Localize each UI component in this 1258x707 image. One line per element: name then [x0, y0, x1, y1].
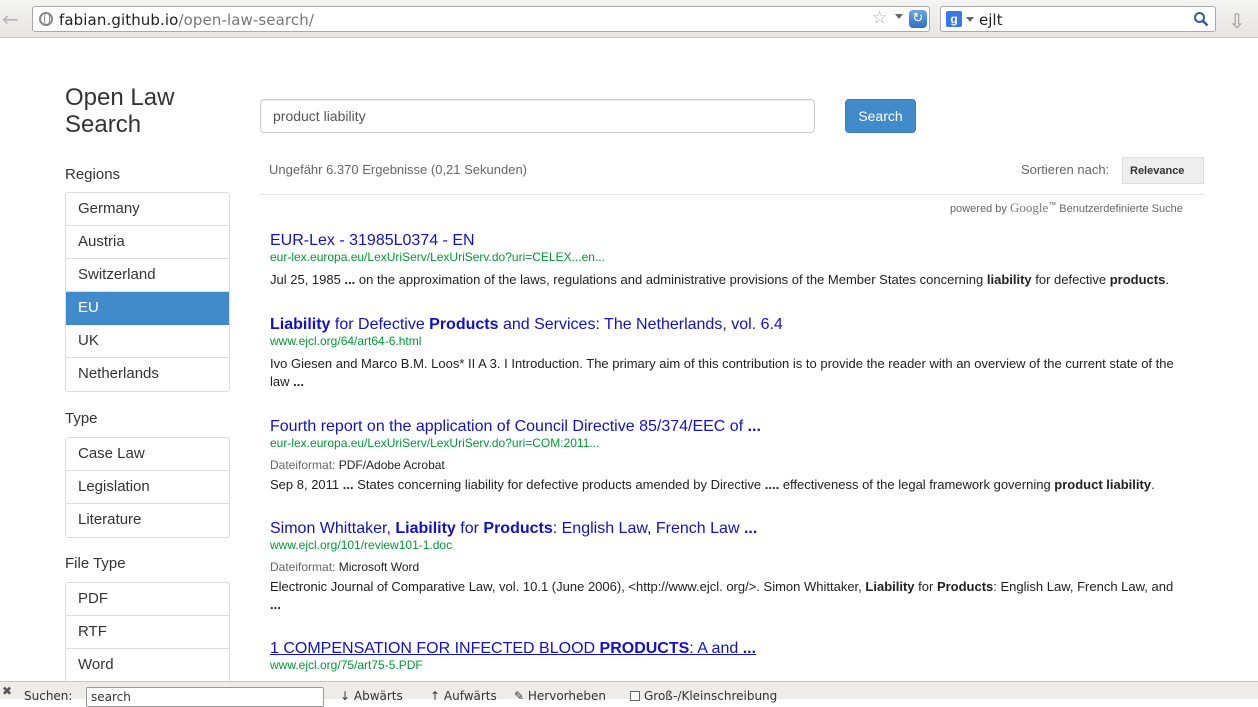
bookmark-star-icon[interactable]: ☆	[872, 8, 887, 28]
magnifier-icon[interactable]	[1193, 11, 1209, 27]
result-item: Fourth report on the application of Coun…	[270, 417, 1185, 494]
filetype-heading: File Type	[65, 555, 126, 572]
format-value: Microsoft Word	[338, 560, 420, 574]
back-arrow-icon[interactable]: ←	[2, 9, 24, 29]
highlight-all-button[interactable]: ✎ Hervorheben	[514, 689, 606, 703]
sort-label: Sortieren nach:	[1021, 162, 1110, 177]
result-item: EUR-Lex - 31985L0374 - EN eur-lex.europa…	[270, 231, 1185, 289]
result-count: Ungefähr 6.370 Ergebnisse (0,21 Sekunden…	[269, 162, 528, 177]
trademark-mark: ™	[1048, 200, 1057, 210]
browser-search-text[interactable]: ejlt	[979, 11, 1002, 29]
result-title[interactable]: Fourth report on the application of Coun…	[270, 417, 1185, 436]
format-label: Dateiformat:	[270, 560, 336, 574]
globe-icon	[39, 12, 53, 26]
find-input[interactable]	[86, 687, 324, 707]
result-item: Simon Whittaker, Liability for Products:…	[270, 519, 1185, 614]
type-heading: Type	[65, 410, 98, 427]
region-netherlands[interactable]: Netherlands	[66, 358, 229, 391]
format-value: PDF/Adobe Acrobat	[338, 458, 445, 472]
match-case-label: Groß-/Kleinschreibung	[644, 689, 778, 703]
format-label: Dateiformat:	[270, 458, 336, 472]
region-germany[interactable]: Germany	[66, 193, 229, 226]
browser-search-bar[interactable]: g ejlt	[940, 6, 1216, 32]
result-title[interactable]: EUR-Lex - 31985L0374 - EN	[270, 231, 1185, 250]
reload-icon[interactable]: ↻	[909, 10, 927, 28]
browser-toolbar: ← fabian.github.io/open-law-search/ ☆ ↻ …	[0, 0, 1258, 38]
result-url: eur-lex.europa.eu/LexUriServ/LexUriServ.…	[270, 436, 600, 450]
find-prev-label: Aufwärts	[443, 689, 497, 703]
result-snippet: Ivo Giesen and Marco B.M. Loos* II A 3. …	[270, 356, 1174, 389]
region-uk[interactable]: UK	[66, 325, 229, 358]
powered-by-google: powered by Google™ Benutzerdefinierte Su…	[950, 200, 1183, 216]
checkbox-icon[interactable]	[630, 691, 640, 701]
results-divider	[260, 194, 1204, 195]
type-list: Case Law Legislation Literature	[65, 437, 230, 538]
url-bar[interactable]: fabian.github.io/open-law-search/ ☆ ↻	[32, 6, 930, 32]
search-button[interactable]: Search	[845, 99, 916, 133]
download-icon[interactable]: ⇩	[1226, 9, 1248, 33]
result-title[interactable]: 1 COMPENSATION FOR INFECTED BLOOD PRODUC…	[270, 639, 1185, 658]
type-legislation[interactable]: Legislation	[66, 471, 229, 504]
filetype-list: PDF RTF Word	[65, 582, 230, 683]
type-literature[interactable]: Literature	[66, 504, 229, 537]
url-path: /open-law-search/	[178, 11, 314, 29]
site-title[interactable]: Open Law Search	[65, 84, 225, 138]
match-case-checkbox[interactable]: Groß-/Kleinschreibung	[630, 689, 777, 703]
type-case-law[interactable]: Case Law	[66, 438, 229, 471]
filetype-word[interactable]: Word	[66, 649, 229, 682]
query-input[interactable]	[260, 99, 815, 133]
region-austria[interactable]: Austria	[66, 226, 229, 259]
find-next-button[interactable]: ↓ Abwärts	[340, 689, 403, 703]
region-switzerland[interactable]: Switzerland	[66, 259, 229, 292]
close-icon[interactable]: ✖	[2, 684, 12, 698]
result-snippet: Electronic Journal of Comparative Law, v…	[270, 579, 1174, 612]
result-snippet: Sep 8, 2011 ... States concerning liabil…	[270, 477, 1155, 492]
highlight-label: Hervorheben	[527, 689, 606, 703]
result-url: eur-lex.europa.eu/LexUriServ/LexUriServ.…	[270, 250, 605, 264]
powered-suffix: Benutzerdefinierte Suche	[1059, 203, 1183, 215]
regions-heading: Regions	[65, 166, 121, 183]
filetype-pdf[interactable]: PDF	[66, 583, 229, 616]
result-item: Liability for Defective Products and Ser…	[270, 315, 1185, 391]
google-engine-icon[interactable]: g	[946, 11, 962, 27]
result-title[interactable]: Simon Whittaker, Liability for Products:…	[270, 519, 1185, 538]
find-next-label: Abwärts	[353, 689, 403, 703]
find-previous-button[interactable]: ↑ Aufwärts	[430, 689, 497, 703]
result-format: Dateiformat: Microsoft Word	[270, 560, 1185, 575]
result-url: www.ejcl.org/75/art75-5.PDF	[270, 658, 423, 672]
url-history-dropdown-icon[interactable]	[895, 14, 903, 19]
filetype-rtf[interactable]: RTF	[66, 616, 229, 649]
result-snippet: Jul 25, 1985 ... on the approximation of…	[270, 272, 1169, 287]
url-host: fabian.github.io	[59, 11, 179, 29]
result-title[interactable]: Liability for Defective Products and Ser…	[270, 315, 1185, 334]
url-text[interactable]: fabian.github.io/open-law-search/	[59, 11, 314, 29]
powered-prefix: powered by	[950, 203, 1007, 215]
result-url: www.ejcl.org/64/art64-6.html	[270, 334, 422, 348]
result-format: Dateiformat: PDF/Adobe Acrobat	[270, 458, 1185, 473]
engine-dropdown-icon[interactable]	[966, 17, 974, 22]
sort-relevance-button[interactable]: Relevance	[1122, 157, 1204, 184]
regions-list: Germany Austria Switzerland EU UK Nether…	[65, 192, 230, 392]
result-item: 1 COMPENSATION FOR INFECTED BLOOD PRODUC…	[270, 639, 1185, 673]
find-label: Suchen:	[24, 689, 73, 703]
region-eu[interactable]: EU	[66, 292, 229, 325]
result-url: www.ejcl.org/101/review101-1.doc	[270, 538, 453, 552]
google-logo: Google	[1009, 200, 1049, 215]
find-bar: ✖ Suchen: ↓ Abwärts ↑ Aufwärts ✎ Hervorh…	[0, 681, 1258, 707]
